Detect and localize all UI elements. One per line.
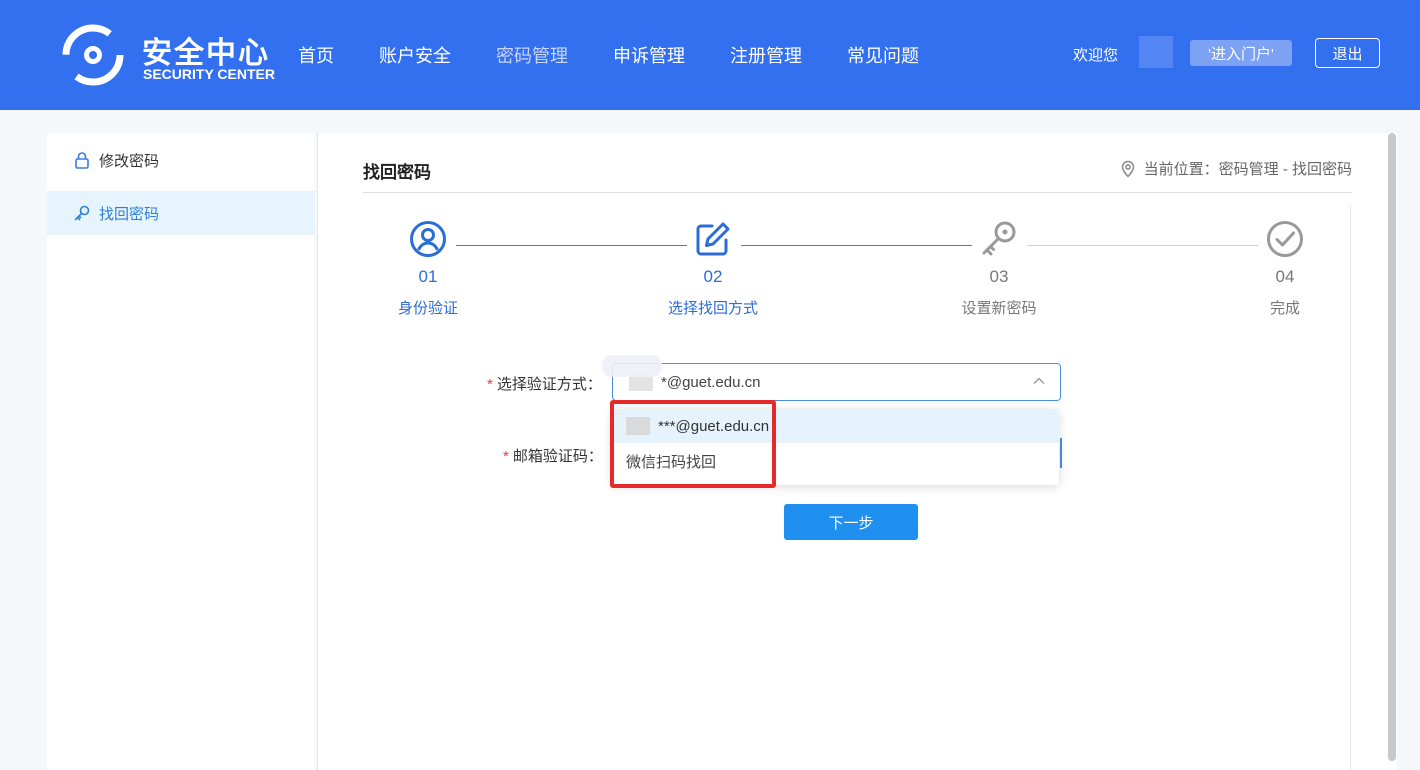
email-code-label: * 邮箱验证码： xyxy=(503,448,603,465)
highlight-annotation xyxy=(610,400,776,488)
sidebar: 修改密码 找回密码 xyxy=(47,133,315,770)
step-number: 01 xyxy=(418,267,438,286)
top-header: 安全中心 SECURITY CENTER 首页 账户安全 密码管理 申诉管理 注… xyxy=(0,0,1420,110)
method-select-value: *@guet.edu.cn xyxy=(661,373,761,391)
sidebar-item-change-password[interactable]: 修改密码 xyxy=(47,138,315,182)
breadcrumb-text: 当前位置：密码管理 - 找回密码 xyxy=(1143,161,1352,178)
sidebar-item-label: 找回密码 xyxy=(99,205,160,223)
nav-registration-management[interactable]: 注册管理 xyxy=(730,42,802,68)
nav-appeal-management[interactable]: 申诉管理 xyxy=(613,42,685,68)
user-circle-icon xyxy=(410,221,446,257)
nav-faq[interactable]: 常见问题 xyxy=(847,42,919,68)
step-number: 02 xyxy=(703,267,723,286)
username-redacted xyxy=(1139,36,1173,68)
step-complete: 04 完成 xyxy=(1215,219,1355,318)
step-label: 身份验证 xyxy=(397,300,458,317)
lock-icon xyxy=(73,151,91,169)
sidebar-item-label: 修改密码 xyxy=(99,152,160,170)
check-circle-icon xyxy=(1267,221,1303,257)
step-choose-method: 02 选择找回方式 xyxy=(643,219,783,318)
step-label: 完成 xyxy=(1269,300,1300,317)
divider xyxy=(363,192,1352,193)
page-title: 找回密码 xyxy=(363,163,431,182)
edit-icon xyxy=(696,222,730,256)
main-panel: 找回密码 当前位置：密码管理 - 找回密码 01 身份验证 02 选择找回方式 … xyxy=(317,133,1397,770)
method-select[interactable]: *@guet.edu.cn xyxy=(612,363,1061,401)
nav-password-management[interactable]: 密码管理 xyxy=(496,42,568,68)
welcome-text: 欢迎您 xyxy=(1073,47,1119,64)
enter-portal-button[interactable]: '进入门户' xyxy=(1190,40,1292,66)
sidebar-item-recover-password[interactable]: 找回密码 xyxy=(47,191,315,235)
security-logo-icon xyxy=(62,24,124,86)
step-number: 03 xyxy=(989,267,1009,286)
main-nav: 首页 账户安全 密码管理 申诉管理 注册管理 常见问题 xyxy=(298,42,964,68)
method-label: * 选择验证方式： xyxy=(487,376,602,393)
breadcrumb: 当前位置：密码管理 - 找回密码 xyxy=(1120,158,1352,179)
step-number: 04 xyxy=(1275,267,1295,286)
nav-home[interactable]: 首页 xyxy=(298,42,334,68)
step-set-new-password: 03 设置新密码 xyxy=(929,219,1069,318)
scrollbar[interactable] xyxy=(1388,133,1396,761)
nav-account-security[interactable]: 账户安全 xyxy=(379,42,451,68)
step-label: 选择找回方式 xyxy=(667,300,758,317)
key-icon xyxy=(73,204,91,222)
chevron-up-icon xyxy=(1033,377,1045,384)
redaction-blur xyxy=(602,355,662,377)
logo-subtitle: SECURITY CENTER xyxy=(143,66,275,82)
key-icon xyxy=(982,221,1016,256)
step-identity-verification: 01 身份验证 xyxy=(358,219,498,318)
logout-button[interactable]: 退出 xyxy=(1315,38,1380,68)
location-pin-icon xyxy=(1120,160,1136,178)
step-label: 设置新密码 xyxy=(961,300,1037,317)
next-step-button[interactable]: 下一步 xyxy=(784,504,918,540)
